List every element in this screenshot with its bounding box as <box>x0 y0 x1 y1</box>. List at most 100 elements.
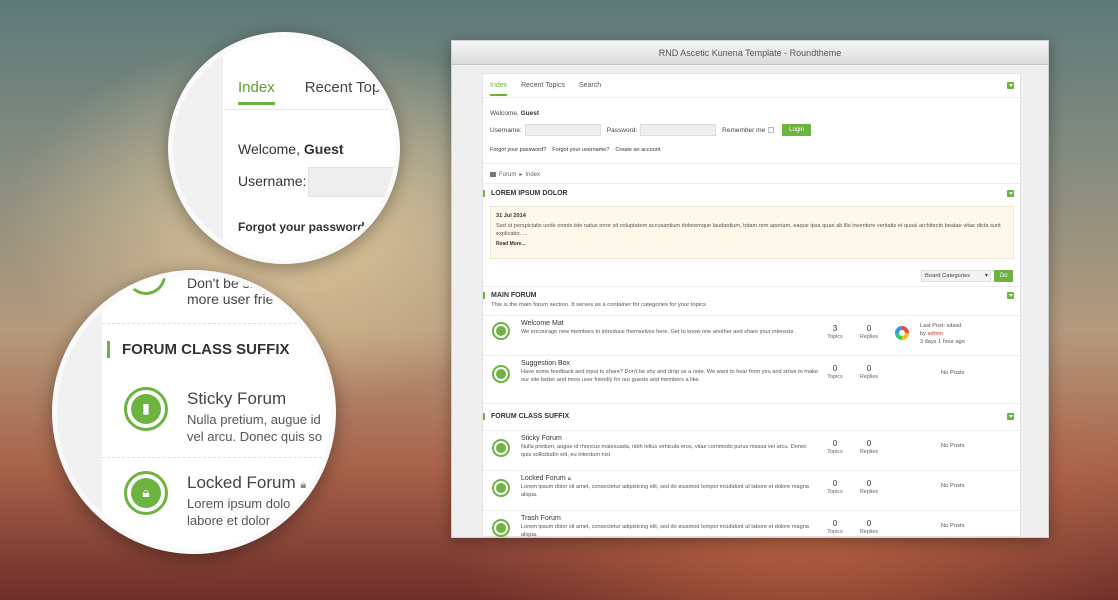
username-input[interactable] <box>524 124 601 136</box>
forum-icon <box>126 275 166 295</box>
lock-icon: 🔒︎ <box>124 471 168 515</box>
login-button[interactable]: Login <box>782 124 811 136</box>
username-label: Username: <box>490 126 522 134</box>
create-account-link[interactable]: Create an account <box>615 147 660 153</box>
forum-name[interactable]: Locked Forum 🔒︎ <box>521 475 571 483</box>
zoom-welcome-user: Guest <box>303 141 344 157</box>
login-form: Username: Password: Remember me Login <box>490 124 811 136</box>
no-posts: No Posts <box>941 523 965 529</box>
zoom-top-line: Don't be sh <box>187 275 258 291</box>
remember-checkbox[interactable] <box>768 127 775 133</box>
avatar[interactable] <box>895 326 909 340</box>
zoom-section-title: FORUM CLASS SUFFIX <box>107 341 290 358</box>
zoom-tab-index[interactable]: Index <box>238 79 275 105</box>
account-links: Forgot your password? Forgot your userna… <box>490 147 660 153</box>
last-post-author[interactable]: admin <box>927 331 942 337</box>
replies-value: 0 <box>866 324 872 333</box>
forum-name[interactable]: Suggestion Box <box>521 360 570 367</box>
forgot-username-link[interactable]: Forgot your username? <box>552 147 609 153</box>
collapse-icon[interactable] <box>1007 413 1014 420</box>
announcement-date: 31 Jul 2014 <box>496 213 526 219</box>
forum-description: Have some feedback and input to share? D… <box>521 369 818 383</box>
password-input[interactable] <box>640 124 717 136</box>
tab-index[interactable]: Index <box>490 82 508 96</box>
last-post-title[interactable]: Last Post: sdasd <box>920 322 965 330</box>
topics-value: 0 <box>832 364 838 373</box>
divider <box>102 323 331 324</box>
home-icon <box>490 172 496 177</box>
collapse-icon[interactable] <box>1007 82 1014 89</box>
zoom-forgot-link[interactable]: Forgot your password? <box>238 220 372 234</box>
replies-label: Replies <box>859 529 879 535</box>
zoom-forum-name[interactable]: Sticky Forum <box>187 389 286 409</box>
breadcrumb: Forum ▸ Index <box>490 171 540 178</box>
zoom-top-line: more user frie <box>187 291 274 307</box>
replies-label: Replies <box>859 334 879 340</box>
section-title: MAIN FORUM <box>483 292 537 299</box>
bookmark-icon <box>492 439 510 457</box>
zoom-forum-desc: Lorem ipsum dolo labore et dolor <box>187 495 331 529</box>
zoom-tab-bar: Index Recent Topi <box>238 79 384 105</box>
replies-label: Replies <box>859 374 879 380</box>
category-select[interactable]: Board Categories <box>921 270 991 282</box>
divider <box>483 97 1020 98</box>
welcome-text: Welcome, Guest <box>490 110 539 117</box>
trash-icon <box>492 519 510 537</box>
password-label: Password: <box>606 126 638 134</box>
forum-name[interactable]: Sticky Forum <box>521 435 562 442</box>
divider <box>483 286 1020 287</box>
forum-description: Nulla pretium, augue id rhoncus malesuad… <box>521 444 807 458</box>
forum-row: Suggestion Box Have some feedback and in… <box>483 355 1020 403</box>
zoom-username-input[interactable] <box>308 167 395 197</box>
last-post-by: by <box>920 331 926 337</box>
forum-description: Lorem ipsum dolor sit amet, consectetur … <box>521 524 809 538</box>
replies-label: Replies <box>859 449 879 455</box>
topics-label: Topics <box>827 374 843 380</box>
last-post: Last Post: sdasd by admin 3 days 1 hour … <box>920 322 965 346</box>
welcome-user: Guest <box>520 110 540 117</box>
read-more-link[interactable]: Read More... <box>496 240 1008 248</box>
topics-label: Topics <box>827 529 843 535</box>
topics-label: Topics <box>827 449 843 455</box>
forum-row: Welcome Mat We encourage new members to … <box>483 315 1020 355</box>
zoom-forum-name[interactable]: Locked Forum 🔒︎ <box>187 473 306 493</box>
collapse-icon[interactable] <box>1007 292 1014 299</box>
forum-name[interactable]: Welcome Mat <box>521 320 564 327</box>
zoom-desc-line: Nulla pretium, augue id <box>187 412 321 427</box>
tab-search[interactable]: Search <box>579 82 601 96</box>
zoom-login-magnifier: Index Recent Topi Welcome, Guest Usernam… <box>168 32 400 264</box>
no-posts: No Posts <box>941 483 965 489</box>
topics-value: 0 <box>832 439 838 448</box>
topics-label: Topics <box>827 334 843 340</box>
zoom-welcome: Welcome, Guest <box>238 141 344 157</box>
forum-name-text: Locked Forum <box>521 475 566 482</box>
breadcrumb-separator: ▸ <box>519 172 523 178</box>
replies-value: 0 <box>866 479 872 488</box>
tab-recent-topics[interactable]: Recent Topics <box>521 82 565 96</box>
divider <box>483 163 1020 164</box>
zoom-panel: Index Recent Topi Welcome, Guest Usernam… <box>223 37 395 259</box>
lock-icon: 🔒︎ <box>567 476 571 482</box>
breadcrumb-index[interactable]: Index <box>525 172 540 178</box>
forgot-password-link[interactable]: Forgot your password? <box>490 147 546 153</box>
breadcrumb-forum[interactable]: Forum <box>499 172 516 178</box>
zoom-forum-name-text: Locked Forum <box>187 473 296 492</box>
go-button[interactable]: Go <box>994 270 1013 282</box>
zoom-welcome-prefix: Welcome, <box>238 141 300 157</box>
zoom-desc-line: vel arcu. Donec quis so <box>187 429 323 444</box>
topics-value: 3 <box>832 324 838 333</box>
collapse-icon[interactable] <box>1007 190 1014 197</box>
zoom-desc-line: labore et dolor <box>187 513 271 528</box>
bookmark-glyph: ▮ <box>142 400 150 416</box>
topics-count: 3 Topics <box>822 324 848 340</box>
zoom-panel: Don't be sh more user frie FORUM CLASS S… <box>102 275 331 549</box>
replies-label: Replies <box>859 489 879 495</box>
divider <box>102 457 331 458</box>
divider <box>483 403 1020 404</box>
forum-name[interactable]: Trash Forum <box>521 515 561 522</box>
zoom-tab-recent[interactable]: Recent Topi <box>305 79 384 105</box>
divider <box>223 109 395 110</box>
last-post-time: 3 days 1 hour ago <box>920 339 965 345</box>
forum-description: Lorem ipsum dolor sit amet, consectetur … <box>521 484 809 498</box>
announcement-text: Sed ut perspiciatis unde omnis iste natu… <box>496 223 1001 237</box>
